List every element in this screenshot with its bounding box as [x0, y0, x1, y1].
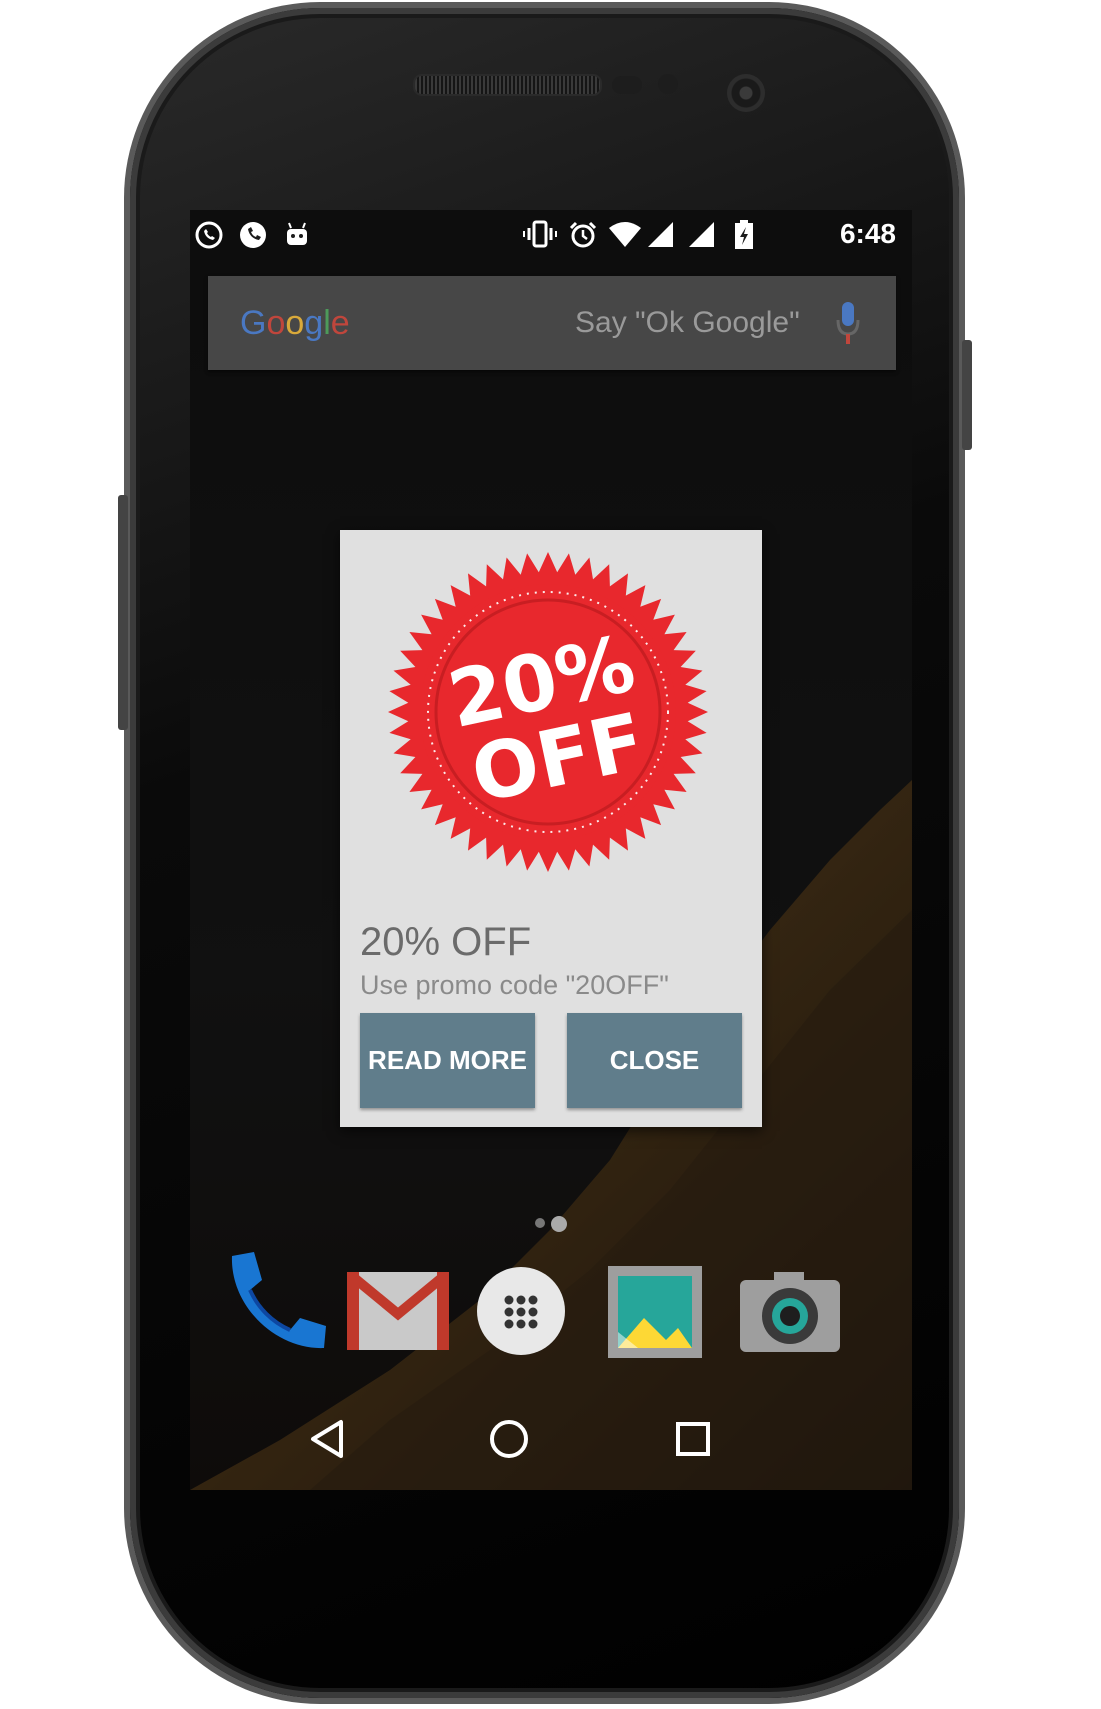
volume-button: [118, 495, 128, 730]
page-dot: [535, 1218, 545, 1228]
signal-icon: [646, 220, 674, 255]
android-icon: [284, 220, 310, 255]
wifi-icon: [608, 220, 642, 255]
google-logo: Google: [240, 302, 350, 351]
google-search-widget[interactable]: Google Say "Ok Google": [208, 276, 896, 370]
clock-time: 6:48: [839, 218, 896, 249]
recents-icon[interactable]: [668, 1414, 718, 1464]
photos-icon[interactable]: [608, 1266, 708, 1366]
vibrate-icon: [523, 220, 557, 255]
close-button[interactable]: CLOSE: [567, 1013, 742, 1108]
alarm-icon: [568, 220, 598, 257]
signal-icon: [687, 220, 715, 255]
battery-charging-icon: [733, 220, 755, 257]
front-camera: [727, 74, 765, 112]
camera-icon[interactable]: [740, 1272, 840, 1372]
page-indicator: [535, 1215, 573, 1233]
phone-icon[interactable]: [220, 1250, 326, 1350]
page-dot-active: [551, 1215, 567, 1232]
status-bar: 6:48: [190, 210, 912, 258]
svg-text:Google: Google: [240, 304, 350, 342]
gmail-icon[interactable]: [343, 1268, 453, 1372]
navigation-bar: [190, 1390, 912, 1490]
back-icon[interactable]: [305, 1414, 355, 1464]
read-more-button[interactable]: READ MORE: [360, 1013, 535, 1108]
app-drawer-icon[interactable]: [476, 1266, 576, 1366]
proximity-sensor: [612, 76, 642, 94]
phone-call-icon: [238, 220, 268, 257]
voice-search-hint: Say "Ok Google": [575, 306, 800, 339]
microphone-icon[interactable]: [836, 300, 860, 346]
whatsapp-icon: [194, 220, 224, 257]
promo-dialog: 20% OFF 20% OFF Use promo code "20OFF" R…: [340, 530, 762, 1127]
dialog-title: 20% OFF: [360, 920, 532, 964]
earpiece-speaker: [413, 74, 602, 96]
light-sensor: [658, 74, 678, 94]
discount-badge-image: 20% OFF: [388, 552, 708, 872]
home-icon[interactable]: [484, 1414, 534, 1464]
power-button: [962, 340, 972, 450]
home-screen: 6:48 Google Say "Ok Google" 20% OFF 20% …: [190, 210, 912, 1490]
dialog-subtitle: Use promo code "20OFF": [360, 970, 669, 1000]
